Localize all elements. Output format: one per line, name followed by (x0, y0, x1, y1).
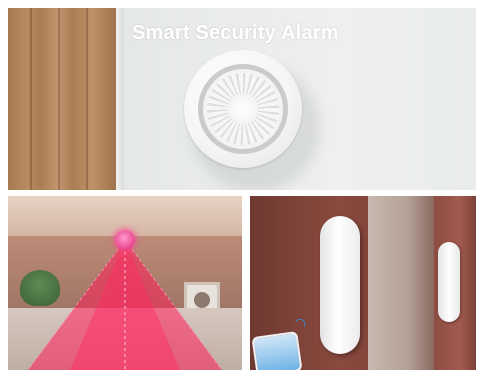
siren-center (228, 94, 258, 124)
wooden-door (8, 8, 116, 190)
door-gap (368, 196, 434, 370)
page-title: Smart Security Alarm (132, 22, 339, 44)
motion-detection-beam (27, 239, 223, 370)
door-frame (116, 8, 124, 190)
motion-sensor-icon (115, 230, 135, 250)
motion-sensor-photo (8, 196, 242, 370)
door-sensor-icon (320, 216, 360, 354)
door-sensor-photo: ◠ (250, 196, 476, 370)
siren-photo: Smart Security Alarm (8, 8, 476, 190)
phone-icon (251, 330, 303, 370)
magnet-icon (438, 242, 460, 322)
collage: Smart Security Alarm ◠ (0, 0, 477, 372)
